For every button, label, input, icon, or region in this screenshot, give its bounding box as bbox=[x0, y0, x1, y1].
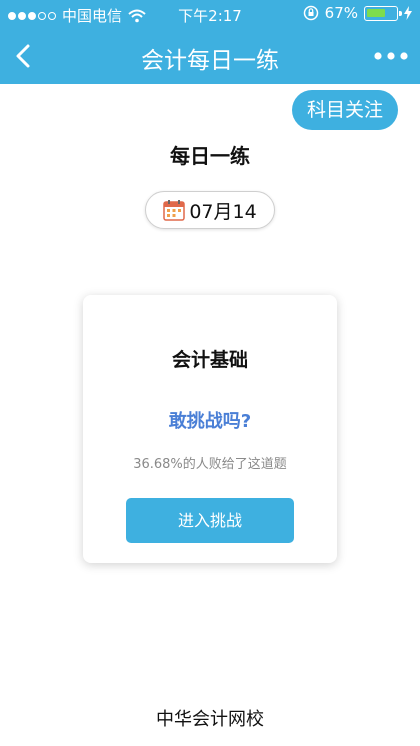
battery-icon bbox=[364, 5, 402, 21]
section-title: 每日一练 bbox=[170, 144, 250, 168]
top-header: 中国电信 下午2:17 67% 会计每日一练 bbox=[0, 0, 420, 84]
challenge-card: 会计基础 敢挑战吗? 36.68%的人败给了这道题 进入挑战 bbox=[83, 295, 337, 563]
enter-challenge-button[interactable]: 进入挑战 bbox=[126, 498, 294, 543]
footer-brand: 中华会计网校 bbox=[156, 709, 264, 730]
status-right: 67% bbox=[303, 4, 412, 22]
failure-rate-text: 36.68%的人败给了这道题 bbox=[133, 457, 287, 472]
battery-percent: 67% bbox=[324, 4, 358, 22]
calendar-icon bbox=[163, 200, 186, 221]
subject-follow-button[interactable]: 科目关注 bbox=[292, 90, 398, 130]
page-title: 会计每日一练 bbox=[141, 48, 279, 74]
more-button[interactable] bbox=[370, 40, 412, 72]
date-label: 07月14 bbox=[189, 200, 257, 223]
charging-icon bbox=[404, 6, 412, 20]
card-subject: 会计基础 bbox=[171, 349, 248, 371]
card-question: 敢挑战吗? bbox=[168, 411, 252, 432]
nav-bar: 会计每日一练 bbox=[0, 28, 420, 84]
rotation-lock-icon bbox=[303, 5, 318, 21]
more-dots-icon bbox=[374, 52, 408, 60]
status-bar: 中国电信 下午2:17 67% bbox=[0, 0, 420, 28]
date-selector[interactable]: 07月14 bbox=[145, 191, 275, 229]
